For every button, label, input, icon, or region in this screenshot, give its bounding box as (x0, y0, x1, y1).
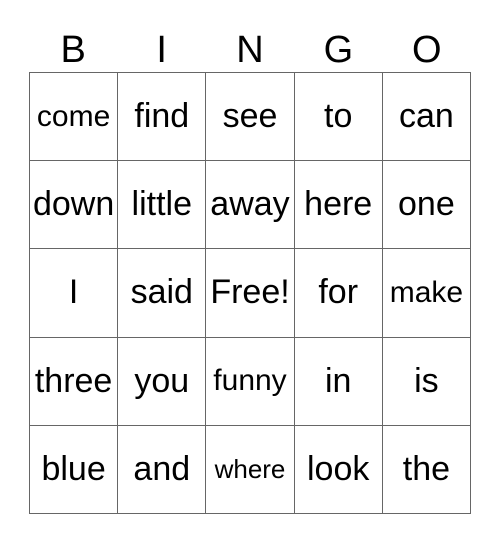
header-letter-b: B (60, 29, 86, 71)
bingo-cell[interactable]: look (294, 425, 383, 514)
bingo-cell[interactable]: come (30, 73, 119, 162)
header-letter-n: N (236, 29, 264, 71)
bingo-cell[interactable]: one (382, 161, 471, 250)
header-letter-g: G (323, 29, 354, 71)
bingo-cell[interactable]: and (118, 425, 207, 514)
bingo-cell[interactable]: where (206, 425, 295, 514)
bingo-cell[interactable]: blue (30, 425, 119, 514)
bingo-cell[interactable]: in (294, 337, 383, 426)
bingo-cell[interactable]: is (382, 337, 471, 426)
free-space-cell[interactable]: Free! (206, 249, 295, 338)
bingo-cell[interactable]: can (382, 73, 471, 162)
bingo-cell[interactable]: for (294, 249, 383, 338)
header-letter-i: I (156, 29, 167, 71)
bingo-cell[interactable]: find (118, 73, 207, 162)
bingo-cell[interactable]: I (30, 249, 119, 338)
bingo-cell[interactable]: down (30, 161, 119, 250)
bingo-cell[interactable]: here (294, 161, 383, 250)
bingo-cell[interactable]: make (382, 249, 471, 338)
bingo-cell[interactable]: three (30, 337, 119, 426)
bingo-cell[interactable]: funny (206, 337, 295, 426)
bingo-header: B I N G O (29, 28, 471, 72)
header-letter-o: O (412, 29, 442, 71)
bingo-cell[interactable]: see (206, 73, 295, 162)
bingo-cell[interactable]: the (382, 425, 471, 514)
bingo-cell[interactable]: said (118, 249, 207, 338)
bingo-grid: come find see to can down little away here one Isa… (29, 72, 471, 514)
bingo-cell[interactable]: away (206, 161, 295, 250)
bingo-cell[interactable]: to (294, 73, 383, 162)
bingo-cell[interactable]: you (118, 337, 207, 426)
bingo-cell[interactable]: little (118, 161, 207, 250)
